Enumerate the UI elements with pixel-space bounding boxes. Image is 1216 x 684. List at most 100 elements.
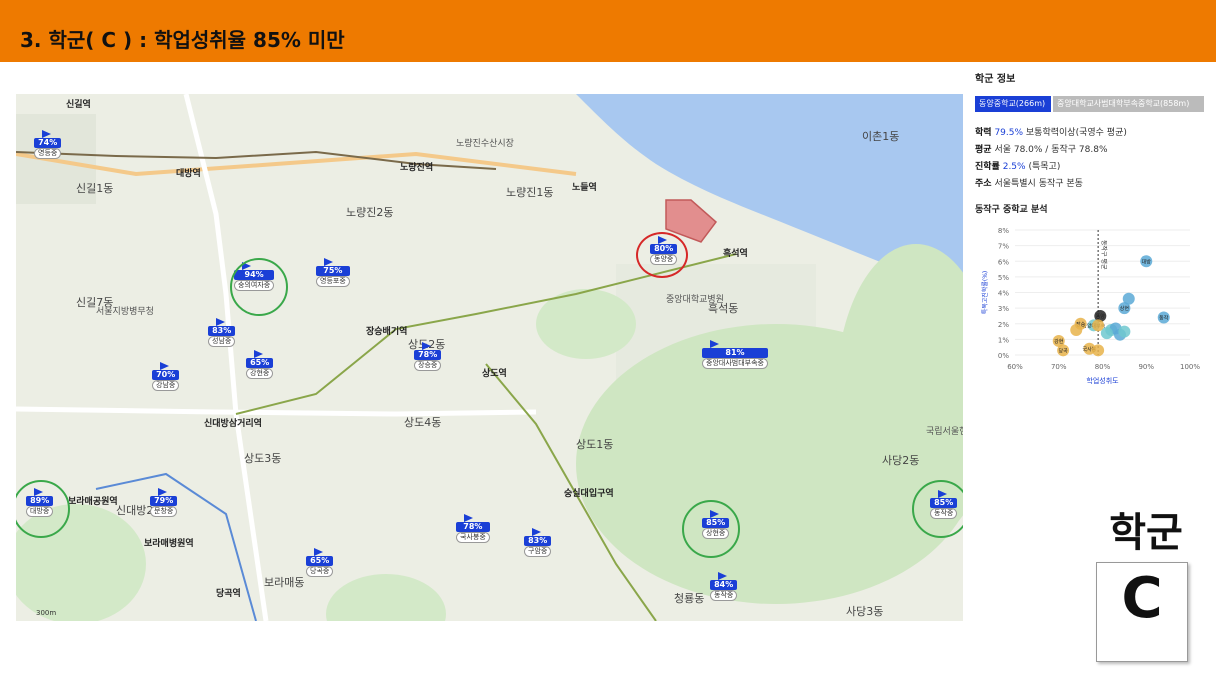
y-tick-label: 1%	[998, 336, 1009, 344]
school-pin[interactable]: 78% 장승중	[414, 342, 442, 371]
place-label: 흑석역	[723, 249, 748, 259]
flag-icon	[422, 342, 431, 350]
school-score: 78%	[456, 522, 490, 532]
school-score: 74%	[34, 138, 62, 148]
school-name: 강남중	[152, 380, 180, 391]
scatter-chart: 0% 1% 2% 3% 4% 5% 6% 7% 8% 60% 70% 80% 90% 100% 동작구 평균…	[981, 227, 1200, 385]
place-label: 보라매병원역	[144, 539, 194, 549]
school-score: 83%	[524, 536, 552, 546]
x-axis-label: 학업성취도	[1086, 376, 1119, 385]
place-label: 대방역	[176, 169, 201, 179]
school-pin[interactable]: 81% 중앙대사범대부속중	[702, 340, 768, 369]
place-label: 노량진1동	[506, 186, 554, 199]
place-label: 상도3동	[244, 452, 282, 465]
point-label: 당곡	[1059, 347, 1069, 354]
info-panel: 학군 정보 동양중학교(266m) 중앙대학교사범대학부속중학교(858m) 학…	[975, 70, 1205, 215]
school-pin[interactable]: 83% 성남중	[208, 318, 236, 347]
school-score: 84%	[710, 580, 738, 590]
school-name: 중앙대사범대부속중	[702, 358, 768, 369]
flag-icon	[464, 514, 473, 522]
info-row-average: 평균 서울 78.0% / 동작구 78.8%	[975, 145, 1108, 155]
school-pin[interactable]: 65% 당곡중	[306, 548, 334, 577]
highlight-ring-4	[912, 480, 963, 538]
place-label: 국립서울현충원	[926, 427, 963, 437]
school-name: 영등중	[34, 148, 62, 159]
map-view[interactable]: 신길역 대방역 노량진역 노들역 흑석역 장승배기역 상도역 신대방삼거리역 숭실대입구역 보라매…	[16, 94, 963, 621]
x-tick-label: 100%	[1180, 363, 1200, 371]
school-pin[interactable]: 74% 영등중	[34, 130, 62, 159]
place-label: 사당3동	[846, 605, 884, 618]
school-score: 78%	[414, 350, 442, 360]
school-name: 당곡중	[306, 566, 334, 577]
info-row-address: 주소 서울특별시 동작구 본동	[975, 179, 1083, 189]
x-tick-label: 70%	[1051, 363, 1067, 371]
school-name: 국사봉중	[456, 532, 490, 543]
flag-icon	[42, 130, 51, 138]
y-tick-label: 6%	[998, 258, 1009, 266]
place-label: 청룡동	[674, 592, 705, 605]
place-label: 상도1동	[576, 438, 614, 451]
place-label: 상도역	[482, 369, 507, 379]
highlight-ring-3	[682, 500, 740, 558]
point-label: 강현	[1054, 338, 1064, 345]
y-tick-label: 0%	[998, 352, 1009, 360]
y-tick-label: 3%	[998, 305, 1009, 313]
school-pin[interactable]: 70% 강남중	[152, 362, 180, 391]
school-score: 65%	[246, 358, 274, 368]
place-label: 사당2동	[882, 454, 920, 467]
school-score: 81%	[702, 348, 768, 358]
point-label: 대방	[1142, 258, 1152, 265]
tab-cau-affiliated[interactable]: 중앙대학교사범대학부속중학교(858m)	[1053, 96, 1204, 112]
y-tick-label: 7%	[998, 243, 1009, 251]
school-name: 강현중	[246, 368, 274, 379]
place-label: 신길1동	[76, 182, 114, 195]
school-pin[interactable]: 65% 강현중	[246, 350, 274, 379]
school-name: 구암중	[524, 546, 552, 557]
district-badge: 학군 C	[1096, 500, 1196, 665]
panel-heading: 학군 정보	[975, 74, 1016, 85]
place-label: 노량진수산시장	[456, 139, 514, 149]
school-name: 성남중	[208, 336, 236, 347]
school-name: 문창중	[150, 506, 178, 517]
scatter-point	[1070, 324, 1083, 336]
scatter-point	[1118, 325, 1131, 338]
page-title: 3. 학군( C ) : 학업성취율 85% 미만	[20, 28, 345, 52]
place-label: 보라매공원역	[68, 497, 118, 507]
flag-icon	[532, 528, 541, 536]
school-pin[interactable]: 83% 구암중	[524, 528, 552, 557]
place-label: 서울지방병무청	[96, 307, 154, 317]
y-tick-label: 8%	[998, 227, 1009, 235]
badge-letter: C	[1121, 566, 1163, 631]
place-label: 당곡역	[216, 589, 241, 599]
school-pin[interactable]: 75% 영등포중	[316, 258, 350, 287]
school-score: 79%	[150, 496, 178, 506]
school-pin[interactable]: 79% 문창중	[150, 488, 178, 517]
map-scale: 300m	[36, 609, 57, 617]
badge-text: 학군	[1109, 510, 1183, 556]
info-row-score: 학력 79.5% 보통학력이상(국영수 평균)	[975, 128, 1127, 138]
tab-dongyang[interactable]: 동양중학교(266m)	[975, 96, 1051, 112]
school-pin[interactable]: 78% 국사봉중	[456, 514, 490, 543]
y-axis-label: 특목고진학률(%)	[981, 271, 989, 315]
school-name: 장승중	[414, 360, 442, 371]
place-label: 이촌1동	[862, 130, 900, 143]
school-score: 70%	[152, 370, 180, 380]
scatter-point	[1092, 344, 1105, 357]
flag-icon	[324, 258, 333, 266]
place-label: 노들역	[572, 183, 597, 193]
school-name: 동작중	[710, 590, 738, 601]
school-score: 65%	[306, 556, 334, 566]
place-label: 상도4동	[404, 416, 442, 429]
reference-label: 동작구 평균	[1100, 240, 1108, 270]
school-pin[interactable]: 84% 동작중	[710, 572, 738, 601]
place-label: 장승배기역	[366, 327, 408, 337]
place-label: 노량진2동	[346, 206, 394, 219]
scatter-title: 동작구 중학교 분석	[975, 205, 1048, 215]
place-label: 보라매동	[264, 576, 305, 589]
scatter-point	[1092, 319, 1105, 332]
flag-icon	[718, 572, 727, 580]
school-name: 영등포중	[316, 276, 350, 287]
flag-icon	[216, 318, 225, 326]
flag-icon	[710, 340, 719, 348]
school-score: 83%	[208, 326, 236, 336]
